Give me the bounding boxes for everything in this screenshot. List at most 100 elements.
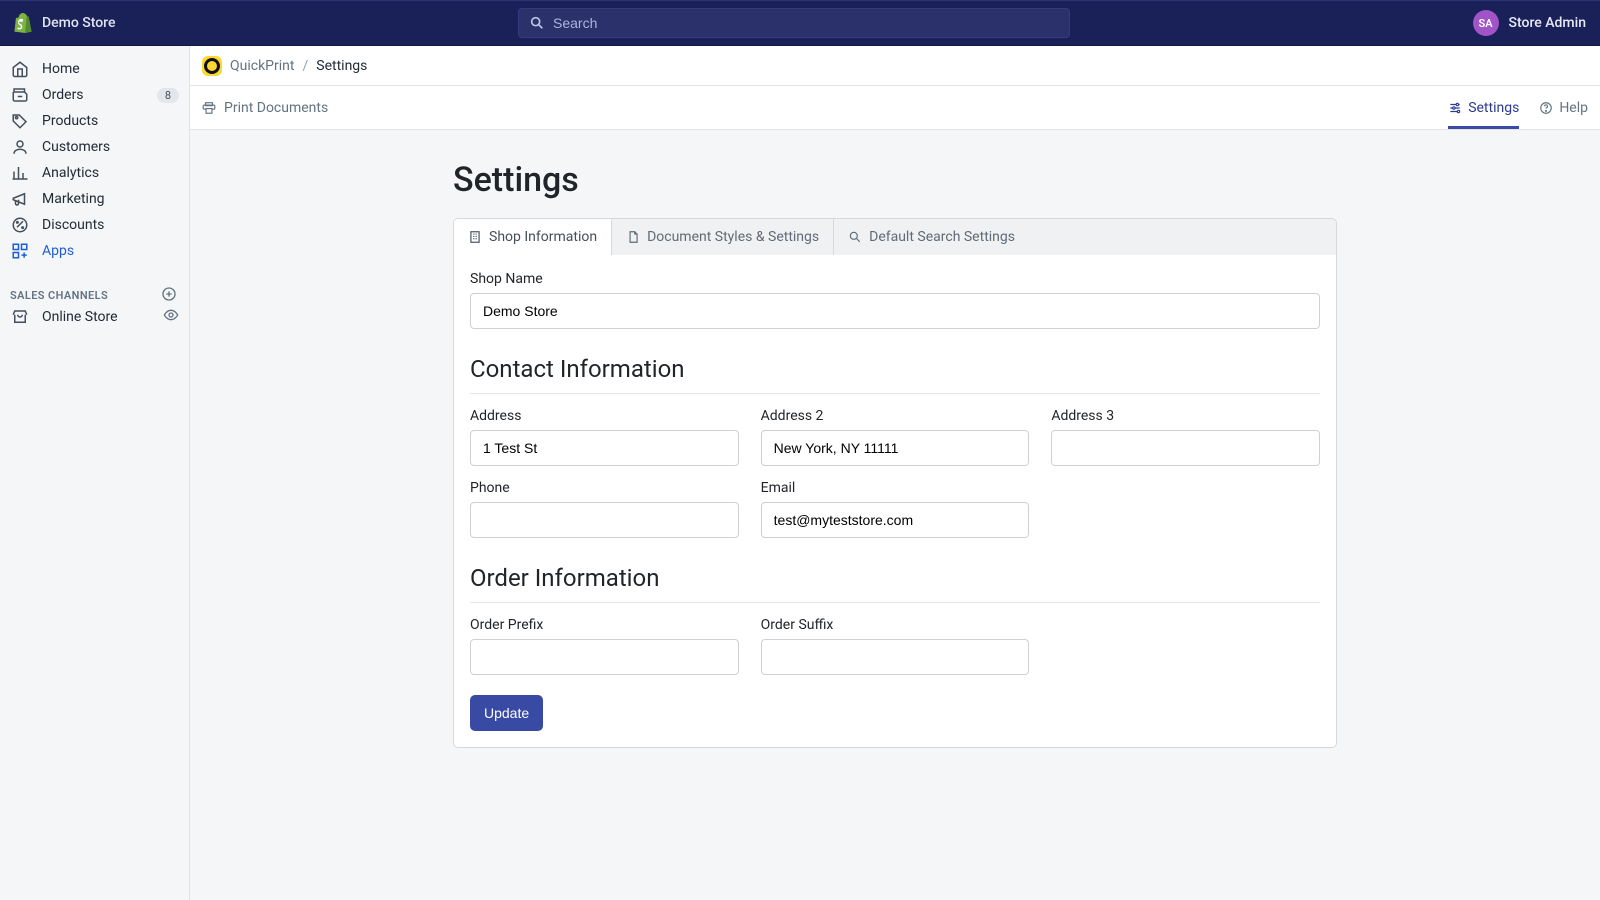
page: Settings Shop Information Document Style… [190,130,1600,788]
subbar-link-settings[interactable]: Settings [1448,100,1519,128]
sidebar-item-apps[interactable]: Apps [0,238,189,264]
topbar-left: Demo Store [14,13,116,33]
label-address: Address [470,408,739,424]
tab-default-search-settings[interactable]: Default Search Settings [834,219,1029,255]
subbar-help-label: Help [1559,100,1588,116]
topbar-center [116,8,1473,38]
tab-document-styles[interactable]: Document Styles & Settings [612,219,834,255]
analytics-icon [10,163,30,183]
input-address-2[interactable] [761,430,1030,466]
app-logo-icon [202,56,222,76]
field-shop-name: Shop Name [470,271,1320,329]
page-title: Settings [453,160,1337,200]
field-address: Address [470,408,739,466]
eye-icon[interactable] [163,307,179,327]
sidebar-channel-online-store[interactable]: Online Store [0,304,189,330]
field-address-3: Address 3 [1051,408,1320,466]
field-phone: Phone [470,480,739,538]
sidebar-item-label: Customers [42,139,110,155]
subbar-print-documents[interactable]: Print Documents [202,100,328,116]
sidebar-channel-label: Online Store [42,309,118,325]
sidebar-section-sales-channels: SALES CHANNELS [0,286,189,304]
label-order-suffix: Order Suffix [761,617,1030,633]
shopify-logo-icon [14,13,32,33]
discounts-icon [10,215,30,235]
search-small-icon [848,230,862,244]
apps-icon [10,241,30,261]
add-circle-icon[interactable] [161,286,179,304]
customers-icon [10,137,30,157]
tab-label: Document Styles & Settings [647,229,819,245]
topbar-right[interactable]: SA Store Admin [1473,10,1586,36]
input-phone[interactable] [470,502,739,538]
input-address[interactable] [470,430,739,466]
subbar-print-label: Print Documents [224,100,328,116]
field-order-suffix: Order Suffix [761,617,1030,675]
panel-shop-information: Shop Name Contact Information Address Ad… [453,255,1337,748]
store-name: Demo Store [42,15,116,31]
label-order-prefix: Order Prefix [470,617,739,633]
sidebar-section-label: SALES CHANNELS [10,289,108,302]
sidebar-item-analytics[interactable]: Analytics [0,160,189,186]
main: QuickPrint / Settings Print Documents Se… [190,46,1600,900]
field-email: Email [761,480,1030,538]
row-order-prefix-suffix: Order Prefix Order Suffix [470,617,1320,675]
sidebar-item-label: Home [42,61,80,77]
label-shop-name: Shop Name [470,271,1320,287]
search-wrap[interactable] [518,8,1070,38]
field-address-2: Address 2 [761,408,1030,466]
divider [470,393,1320,394]
help-icon [1539,101,1553,115]
sidebar-item-label: Products [42,113,98,129]
subbar-link-help[interactable]: Help [1539,100,1588,128]
sidebar-item-discounts[interactable]: Discounts [0,212,189,238]
products-icon [10,111,30,131]
sidebar: Home Orders 8 Products Customers Analyti… [0,46,190,900]
section-title-order-information: Order Information [470,564,1320,592]
sidebar-item-label: Marketing [42,191,105,207]
input-shop-name[interactable] [470,293,1320,329]
tabs: Shop Information Document Styles & Setti… [453,218,1337,255]
field-order-prefix: Order Prefix [470,617,739,675]
input-email[interactable] [761,502,1030,538]
breadcrumb: QuickPrint / Settings [190,46,1600,86]
sidebar-item-orders[interactable]: Orders 8 [0,82,189,108]
building-icon [468,230,482,244]
input-order-prefix[interactable] [470,639,739,675]
subbar-right: Settings Help [1448,88,1588,128]
subbar: Print Documents Settings Help [190,86,1600,130]
label-address-3: Address 3 [1051,408,1320,424]
online-store-icon [10,307,30,327]
label-address-2: Address 2 [761,408,1030,424]
input-address-3[interactable] [1051,430,1320,466]
sidebar-item-label: Orders [42,87,84,103]
sidebar-item-label: Discounts [42,217,104,233]
label-email: Email [761,480,1030,496]
input-order-suffix[interactable] [761,639,1030,675]
subbar-settings-label: Settings [1468,100,1519,116]
container: Settings Shop Information Document Style… [453,154,1337,748]
sliders-icon [1448,101,1462,115]
breadcrumb-app-link[interactable]: QuickPrint [230,58,294,74]
sidebar-item-label: Analytics [42,165,99,181]
row-phone-email: Phone Email [470,480,1320,538]
tab-shop-information[interactable]: Shop Information [454,219,612,255]
avatar: SA [1473,10,1499,36]
marketing-icon [10,189,30,209]
sidebar-item-marketing[interactable]: Marketing [0,186,189,212]
label-phone: Phone [470,480,739,496]
orders-badge: 8 [157,88,179,103]
sidebar-item-customers[interactable]: Customers [0,134,189,160]
home-icon [10,59,30,79]
orders-icon [10,85,30,105]
sidebar-item-home[interactable]: Home [0,56,189,82]
search-input[interactable] [553,15,1059,31]
tab-label: Default Search Settings [869,229,1015,245]
printer-icon [202,101,216,115]
topbar: Demo Store SA Store Admin [0,0,1600,46]
sidebar-item-products[interactable]: Products [0,108,189,134]
update-button[interactable]: Update [470,695,543,731]
breadcrumb-separator: / [302,58,308,74]
search-icon [529,15,545,31]
divider [470,602,1320,603]
